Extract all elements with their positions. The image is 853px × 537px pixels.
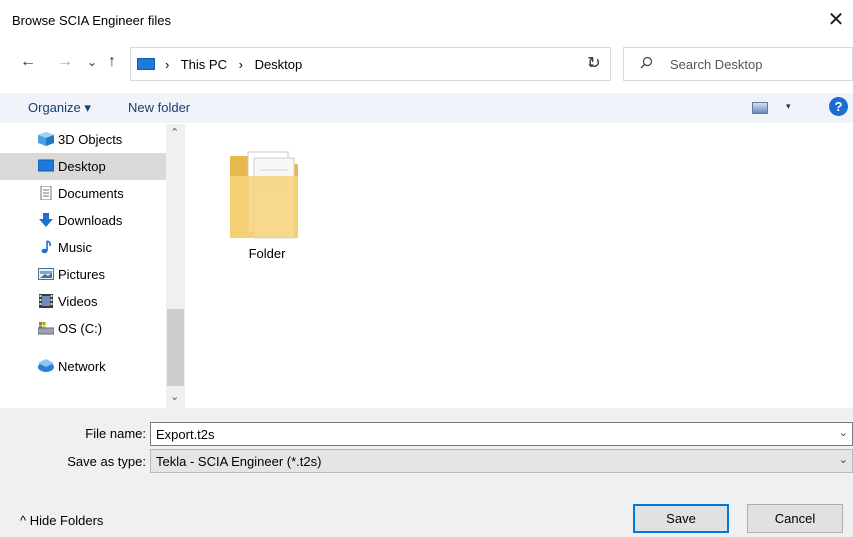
- file-name-label: File name:: [85, 426, 146, 441]
- breadcrumb-desktop[interactable]: Desktop: [255, 57, 303, 72]
- sidebar-item-label: Desktop: [58, 159, 106, 174]
- window-title: Browse SCIA Engineer files: [12, 13, 171, 28]
- sidebar-item-music[interactable]: Music: [0, 234, 166, 261]
- sidebar-item-downloads[interactable]: Downloads: [0, 207, 166, 234]
- chevron-down-icon[interactable]: ⌄: [839, 426, 848, 439]
- navigation-pane: 3D Objects Desktop Documents Downloads M…: [0, 124, 185, 408]
- back-arrow-icon[interactable]: ←: [20, 53, 36, 71]
- breadcrumb-separator: ›: [165, 57, 170, 72]
- view-dropdown-icon[interactable]: ▾: [786, 101, 791, 112]
- help-icon[interactable]: ?: [829, 97, 848, 116]
- view-options-icon[interactable]: [752, 102, 768, 114]
- chevron-down-icon[interactable]: ⌄: [839, 453, 848, 466]
- sidebar-item-os-c[interactable]: OS (C:): [0, 315, 166, 342]
- sidebar-item-videos[interactable]: Videos: [0, 288, 166, 315]
- navigation-scrollbar[interactable]: ⌃ ⌄: [166, 124, 185, 408]
- folder-icon: [230, 151, 298, 239]
- save-button[interactable]: Save: [633, 504, 729, 533]
- title-bar: Browse SCIA Engineer files ✕: [0, 0, 853, 42]
- folder-item[interactable]: Folder: [226, 142, 308, 262]
- search-icon: [640, 56, 653, 72]
- sidebar-item-label: Network: [58, 359, 106, 374]
- desktop-icon: [38, 159, 54, 172]
- 3d-objects-icon: [38, 132, 54, 146]
- up-arrow-icon[interactable]: ↑: [108, 53, 116, 71]
- scroll-down-icon[interactable]: ⌄: [170, 390, 179, 403]
- save-type-label: Save as type:: [67, 454, 146, 469]
- organize-button[interactable]: Organize ▾: [28, 100, 91, 116]
- sidebar-item-label: Music: [58, 240, 92, 255]
- search-box[interactable]: Search Desktop: [623, 47, 853, 81]
- sidebar-item-desktop[interactable]: Desktop: [0, 153, 166, 180]
- network-icon: [38, 359, 54, 372]
- file-dialog: Browse SCIA Engineer files ✕ ← → ⌄ ↑ › T…: [0, 0, 853, 537]
- save-type-value: Tekla - SCIA Engineer (*.t2s): [156, 454, 322, 469]
- music-icon: [41, 240, 51, 254]
- videos-icon: [39, 294, 53, 308]
- sidebar-item-label: Downloads: [58, 213, 123, 228]
- hide-folders-button[interactable]: ^ Hide Folders: [20, 513, 103, 528]
- cancel-button[interactable]: Cancel: [747, 504, 843, 533]
- folder-label: Folder: [248, 246, 286, 261]
- breadcrumb-separator: ›: [238, 57, 243, 72]
- new-folder-button[interactable]: New folder: [128, 100, 190, 115]
- command-bar: Organize ▾ New folder ▾ ?: [0, 93, 853, 123]
- sidebar-item-label: Pictures: [58, 267, 105, 282]
- search-placeholder: Search Desktop: [670, 57, 763, 72]
- address-bar[interactable]: › This PC › Desktop ⌄: [130, 47, 611, 81]
- sidebar-item-network[interactable]: Network: [0, 353, 166, 380]
- this-pc-icon: [137, 58, 155, 70]
- pictures-icon: [38, 268, 54, 280]
- refresh-icon[interactable]: ↻: [577, 49, 611, 79]
- sidebar-item-documents[interactable]: Documents: [0, 180, 166, 207]
- scroll-up-icon[interactable]: ⌃: [170, 126, 179, 139]
- sidebar-item-label: OS (C:): [58, 321, 103, 336]
- sidebar-item-label: 3D Objects: [58, 132, 123, 147]
- breadcrumb-this-pc[interactable]: This PC: [181, 57, 227, 72]
- file-name-field[interactable]: Export.t2s ⌄: [150, 422, 853, 446]
- file-list: Folder: [186, 124, 853, 408]
- breadcrumb: › This PC › Desktop: [165, 57, 310, 72]
- drive-icon: [38, 322, 54, 335]
- sidebar-item-label: Documents: [58, 186, 124, 201]
- scrollbar-thumb[interactable]: [167, 309, 184, 386]
- sidebar-item-3d-objects[interactable]: 3D Objects: [0, 126, 166, 153]
- close-icon[interactable]: ✕: [823, 8, 849, 34]
- sidebar-item-label: Videos: [58, 294, 98, 309]
- save-type-select[interactable]: Tekla - SCIA Engineer (*.t2s) ⌄: [150, 449, 853, 473]
- documents-icon: [40, 186, 52, 200]
- sidebar-item-pictures[interactable]: Pictures: [0, 261, 166, 288]
- recent-locations-icon[interactable]: ⌄: [87, 55, 97, 69]
- downloads-icon: [39, 213, 53, 227]
- file-name-value: Export.t2s: [156, 427, 215, 442]
- save-panel: File name: Export.t2s ⌄ Save as type: Te…: [0, 408, 853, 537]
- forward-arrow-icon[interactable]: →: [57, 53, 73, 71]
